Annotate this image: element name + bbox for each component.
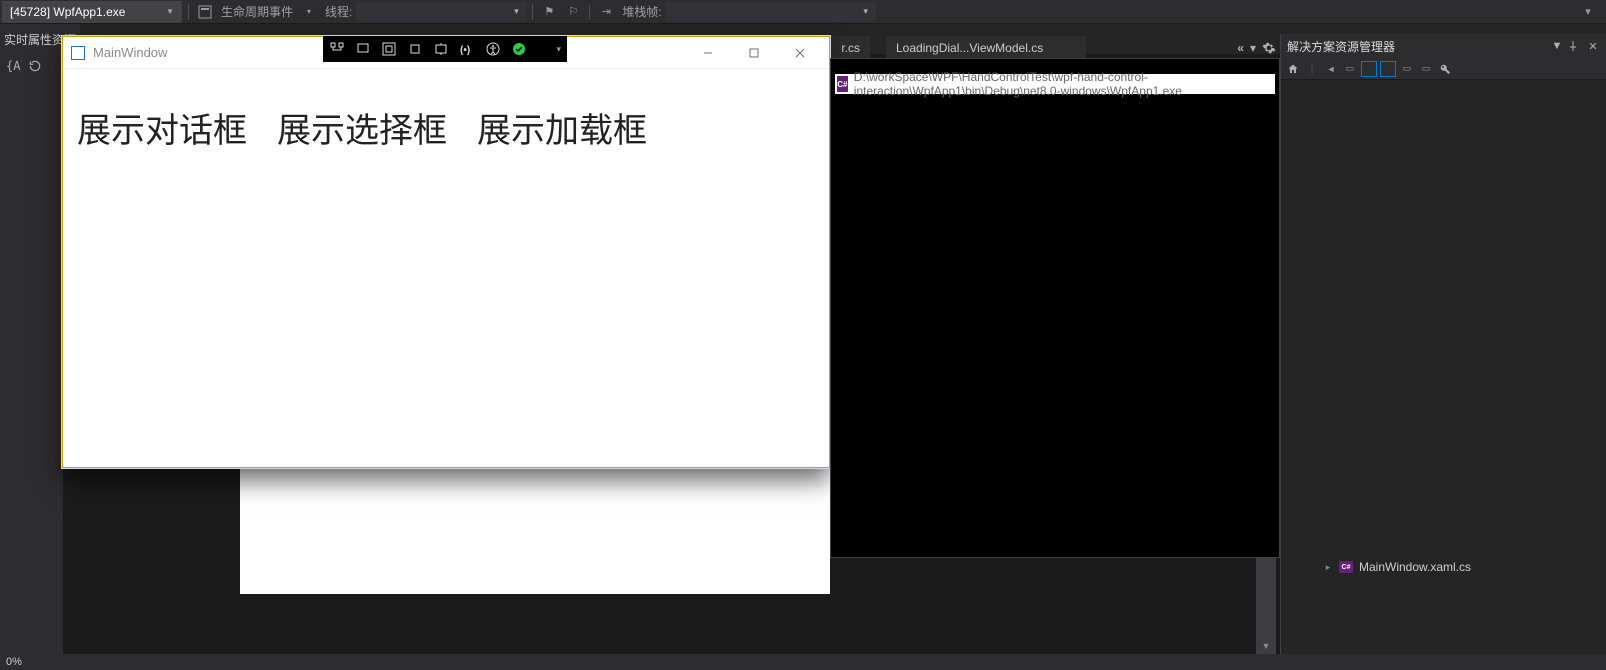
toolbar-separator xyxy=(188,4,189,20)
thread-label: 线程: xyxy=(325,3,352,20)
track-focus-icon[interactable] xyxy=(407,41,423,57)
csharp-file-icon: C# xyxy=(1339,561,1353,573)
app-body: 展示对话框 展示选择框 展示加载框 xyxy=(63,69,829,186)
wrench-icon[interactable] xyxy=(1437,61,1453,77)
doc-tab-tools: « ▾ xyxy=(1237,38,1276,58)
maximize-button[interactable] xyxy=(731,39,777,67)
process-selector-label: [45728] WpfApp1.exe xyxy=(10,5,125,19)
visual-tree-icon[interactable] xyxy=(329,41,345,57)
flag-off-icon[interactable]: ⚐ xyxy=(564,3,582,21)
expand-icon[interactable]: ▸ xyxy=(1323,562,1333,573)
show-select-button[interactable]: 展示选择框 xyxy=(277,103,447,152)
tab-overflow-chevrons-icon[interactable]: « xyxy=(1237,41,1244,55)
step-over-icon[interactable]: ⇥ xyxy=(597,3,615,21)
chevron-down-icon: ▼ xyxy=(166,7,174,16)
lifecycle-events-label[interactable]: 生命周期事件 xyxy=(221,3,293,20)
document-tab-loading-viewmodel[interactable]: LoadingDial...ViewModel.cs xyxy=(886,36,1086,58)
solution-explorer-title: 解决方案资源管理器 xyxy=(1287,38,1395,55)
running-app-window: MainWindow 展示对话框 展示选择框 展示加载框 xyxy=(62,36,830,468)
chevron-down-icon: ▼ xyxy=(512,7,520,16)
pin-icon[interactable] xyxy=(1568,41,1582,51)
show-loading-button[interactable]: 展示加载框 xyxy=(477,103,647,152)
tool-icon-4[interactable]: ▭ xyxy=(1399,61,1415,77)
app-window-title: MainWindow xyxy=(93,45,167,60)
app-icon xyxy=(71,46,85,60)
show-dialog-button[interactable]: 展示对话框 xyxy=(77,103,247,152)
back-icon[interactable]: ◄ xyxy=(1323,61,1339,77)
tool-icon-3[interactable] xyxy=(1380,61,1396,77)
brackets-icon[interactable]: {A} xyxy=(6,59,22,73)
solution-tree[interactable]: ▸ C# MainWindow.xaml.cs xyxy=(1281,80,1606,670)
tab-label: LoadingDial...ViewModel.cs xyxy=(896,41,1043,55)
tab-label: r.cs xyxy=(841,41,860,55)
refresh-icon[interactable] xyxy=(28,59,42,73)
stackframe-label: 堆栈帧: xyxy=(622,3,661,20)
close-icon[interactable]: ✕ xyxy=(1586,40,1600,53)
process-selector[interactable]: [45728] WpfApp1.exe ▼ xyxy=(2,1,182,23)
chevron-down-icon[interactable]: ▾ xyxy=(300,3,318,21)
gear-icon[interactable] xyxy=(1262,41,1276,55)
status-bar: 0% xyxy=(0,654,1606,670)
csharp-badge-icon: C# xyxy=(837,76,848,92)
toolbar-overflow-icon[interactable]: ▾ xyxy=(1579,3,1597,21)
thread-selector[interactable]: ▼ xyxy=(356,2,526,22)
minimize-button[interactable] xyxy=(685,39,731,67)
home-icon[interactable] xyxy=(1285,61,1301,77)
left-tool-strip: {A} xyxy=(0,54,63,654)
panel-dropdown-icon[interactable]: ▼ xyxy=(1550,40,1564,52)
scroll-down-icon[interactable]: ▼ xyxy=(1256,638,1276,654)
tool-icon-1[interactable]: ▭ xyxy=(1342,61,1358,77)
debug-toolbar: [45728] WpfApp1.exe ▼ 生命周期事件 ▾ 线程: ▼ ⚑ ⚐… xyxy=(0,0,1606,24)
zoom-level[interactable]: 0% xyxy=(6,656,22,668)
solution-explorer-header[interactable]: 解决方案资源管理器 ▼ ✕ xyxy=(1281,34,1606,58)
solution-explorer-toolbar: | ◄ ▭ ▭ ▭ xyxy=(1281,58,1606,80)
toolbar-separator xyxy=(589,4,590,20)
flag-icon[interactable]: ⚑ xyxy=(540,3,558,21)
hot-reload-icon[interactable] xyxy=(433,41,449,57)
success-check-icon[interactable] xyxy=(511,41,527,57)
layout-adorner-icon[interactable] xyxy=(381,41,397,57)
debug-path-bar[interactable]: C# D:\workSpace\WPF\HandControlTest\wpf-… xyxy=(835,74,1275,94)
debug-output-window: C# D:\workSpace\WPF\HandControlTest\wpf-… xyxy=(830,58,1280,558)
tool-icon-5[interactable]: ▭ xyxy=(1418,61,1434,77)
svg-text:{A}: {A} xyxy=(6,59,22,73)
tool-icon-2[interactable] xyxy=(1361,61,1377,77)
separator: | xyxy=(1304,61,1320,77)
svg-text:(•): (•) xyxy=(460,45,470,56)
lifecycle-events-icon[interactable] xyxy=(196,3,214,21)
select-element-icon[interactable] xyxy=(355,41,371,57)
solution-explorer-panel: 解决方案资源管理器 ▼ ✕ | ◄ ▭ ▭ ▭ ▸ C# MainWindow.… xyxy=(1280,34,1606,670)
accessibility-icon[interactable] xyxy=(485,41,501,57)
close-button[interactable] xyxy=(777,39,823,67)
tree-item-label: MainWindow.xaml.cs xyxy=(1359,560,1471,574)
binding-errors-icon[interactable]: (•) xyxy=(459,41,475,57)
chevron-down-icon[interactable]: ▾ xyxy=(556,44,561,55)
tab-list-icon[interactable]: ▾ xyxy=(1250,41,1256,55)
stackframe-selector[interactable]: ▼ xyxy=(666,2,876,22)
toolbar-separator xyxy=(532,4,533,20)
executable-path: D:\workSpace\WPF\HandControlTest\wpf-han… xyxy=(854,70,1273,98)
chevron-down-icon: ▼ xyxy=(862,7,870,16)
tree-item-mainwindow-xaml-cs[interactable]: ▸ C# MainWindow.xaml.cs xyxy=(1281,558,1606,576)
wpf-diagnostic-toolbar[interactable]: (•) ▾ xyxy=(323,36,567,62)
